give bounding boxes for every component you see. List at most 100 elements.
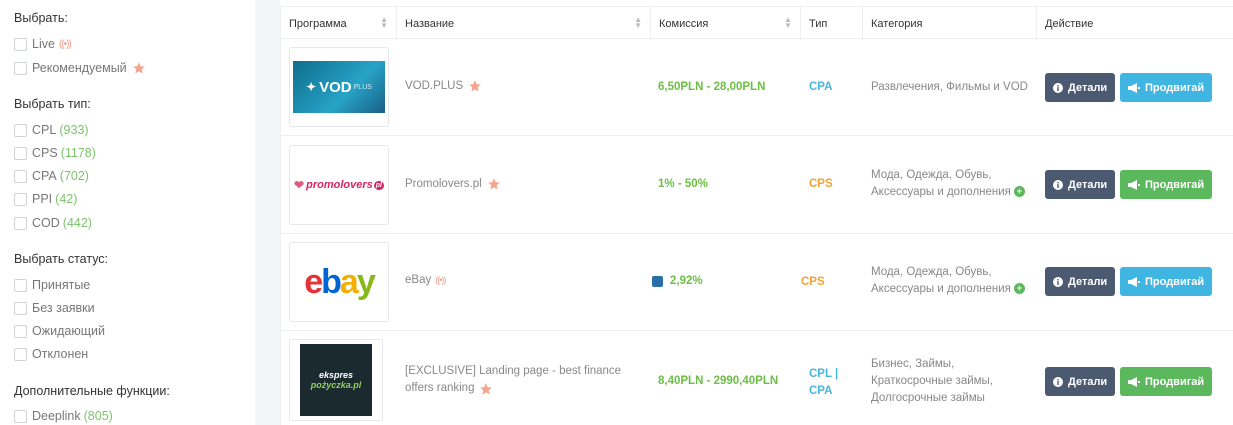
filter-label: CPS (32, 146, 58, 160)
sort-icon[interactable]: ▲ ▼ (634, 16, 642, 30)
filter-status-no-application[interactable]: Без заявки (14, 299, 95, 317)
filter-count: (442) (62, 216, 92, 230)
megaphone-icon (1128, 179, 1140, 190)
header-name[interactable]: Название ▲ ▼ (397, 7, 651, 40)
details-label: Детали (1068, 178, 1108, 191)
program-logo[interactable]: ❤ promolovers pl (289, 145, 389, 225)
info-icon (1053, 376, 1063, 387)
logo-text: ekspres (318, 370, 354, 380)
filter-status-rejected[interactable]: Отклонен (14, 345, 88, 363)
promote-button[interactable]: Продвигай (1120, 170, 1213, 199)
table-row: ✦ VOD PLUS VOD.PLUS 6,50PLN - 28,00PLN CPA… (281, 39, 1233, 136)
checkbox[interactable] (14, 37, 27, 51)
star-icon (487, 178, 500, 190)
header-program[interactable]: Программа ▲ ▼ (281, 7, 397, 40)
table-header: Программа ▲ ▼ Название ▲ ▼ Комиссия ▲ ▼ Тип… (281, 6, 1233, 40)
program-name[interactable]: Promolovers.pl (405, 177, 501, 191)
checkbox[interactable] (14, 123, 27, 137)
details-button[interactable]: Детали (1045, 170, 1116, 199)
header-commission[interactable]: Комиссия ▲ ▼ (651, 7, 801, 40)
category-line: Бизнес, Займы, (871, 358, 955, 370)
checkbox[interactable] (14, 278, 27, 292)
filter-live[interactable]: Live ((•)) (14, 35, 72, 53)
ekspres-logo: ekspres pożyczka.pl (300, 344, 372, 416)
star-icon (132, 62, 145, 74)
type-value: CPA (809, 81, 833, 93)
promote-button[interactable]: Продвигай (1120, 367, 1213, 396)
header-label: Действие (1045, 17, 1094, 30)
category-line: Краткосрочные займы, (871, 375, 994, 387)
filter-status-accepted[interactable]: Принятые (14, 276, 90, 294)
type-line: CPA (809, 385, 833, 397)
category-line: Мода, Одежда, Обувь, (871, 266, 992, 278)
checkbox[interactable] (14, 409, 27, 423)
checkbox[interactable] (14, 61, 27, 75)
filter-label: CPL (32, 123, 57, 137)
star-icon (469, 80, 482, 92)
filter-deeplink[interactable]: Deeplink (805) (14, 407, 113, 425)
filter-label: Отклонен (32, 347, 89, 361)
program-name[interactable]: eBay ((•)) (405, 274, 446, 286)
filter-label: Рекомендуемый (32, 61, 127, 75)
category-value: Мода, Одежда, Обувь, Аксессуары и дополн… (871, 167, 1025, 201)
filter-type-cpl[interactable]: CPL (933) (14, 121, 89, 139)
filter-type-cod[interactable]: COD (442) (14, 214, 92, 232)
promote-label: Продвигай (1145, 81, 1205, 94)
program-name-line: [EXCLUSIVE] Landing page - best finance (405, 365, 622, 377)
promote-button[interactable]: Продвигай (1120, 73, 1213, 102)
sort-icon[interactable]: ▲ ▼ (784, 16, 792, 30)
header-label: Комиссия (659, 17, 709, 30)
expand-icon[interactable]: + (1013, 283, 1025, 295)
filter-recommended[interactable]: Рекомендуемый (14, 59, 146, 77)
expand-icon[interactable]: + (1013, 186, 1025, 198)
programs-table: Программа ▲ ▼ Название ▲ ▼ Комиссия ▲ ▼ Тип… (280, 6, 1233, 425)
logo-subtext: PLUS (353, 83, 372, 91)
promote-button[interactable]: Продвигай (1120, 267, 1213, 296)
checkbox[interactable] (14, 347, 27, 361)
checkbox[interactable] (14, 146, 27, 160)
checkbox[interactable] (14, 301, 27, 315)
program-name[interactable]: [EXCLUSIVE] Landing page - best finance … (405, 363, 621, 397)
filter-count: (933) (59, 123, 89, 137)
logo-text: VOD (319, 78, 352, 96)
select-title: Выбрать: (14, 11, 68, 25)
program-name-text: Promolovers.pl (405, 178, 482, 190)
details-button[interactable]: Детали (1045, 367, 1116, 396)
table-row: ❤ promolovers pl Promolovers.pl 1% - 50% C… (281, 136, 1233, 234)
header-action: Действие (1037, 7, 1233, 40)
checkbox[interactable] (14, 216, 27, 230)
megaphone-icon (1128, 82, 1140, 93)
category-line-text: Аксессуары и дополнения (871, 186, 1011, 198)
logo-subtext: pl (373, 180, 384, 190)
filter-label: Принятые (32, 278, 91, 292)
promote-label: Продвигай (1145, 375, 1205, 388)
edit-icon[interactable] (652, 275, 663, 287)
category-value: Развлечения, Фильмы и VOD (871, 81, 1028, 93)
extra-title: Дополнительные функции: (14, 384, 170, 398)
filter-label: Ожидающий (32, 324, 105, 338)
info-icon (1053, 276, 1063, 287)
filter-status-pending[interactable]: Ожидающий (14, 322, 105, 340)
program-name[interactable]: VOD.PLUS (405, 79, 482, 93)
filter-count: (702) (59, 169, 89, 183)
live-icon: ((•)) (435, 275, 446, 285)
filter-type-cpa[interactable]: CPA (702) (14, 167, 89, 185)
program-logo[interactable]: ✦ VOD PLUS (289, 47, 389, 127)
filter-count: (1178) (60, 146, 96, 160)
program-logo[interactable]: ebay (289, 242, 389, 322)
details-label: Детали (1068, 375, 1108, 388)
checkbox[interactable] (14, 169, 27, 183)
star-icon (480, 382, 493, 394)
checkbox[interactable] (14, 192, 27, 206)
sort-icon[interactable]: ▲ ▼ (380, 16, 388, 30)
filter-count: (42) (55, 192, 78, 206)
filter-type-cps[interactable]: CPS (1178) (14, 144, 96, 162)
commission-value: 1% - 50% (658, 178, 708, 190)
details-button[interactable]: Детали (1045, 73, 1116, 102)
checkbox[interactable] (14, 324, 27, 338)
header-category: Категория (863, 7, 1037, 40)
type-value: CPS (809, 178, 833, 190)
details-button[interactable]: Детали (1045, 267, 1116, 296)
filter-type-ppi[interactable]: PPI (42) (14, 190, 77, 208)
program-logo[interactable]: ekspres pożyczka.pl (289, 339, 383, 421)
